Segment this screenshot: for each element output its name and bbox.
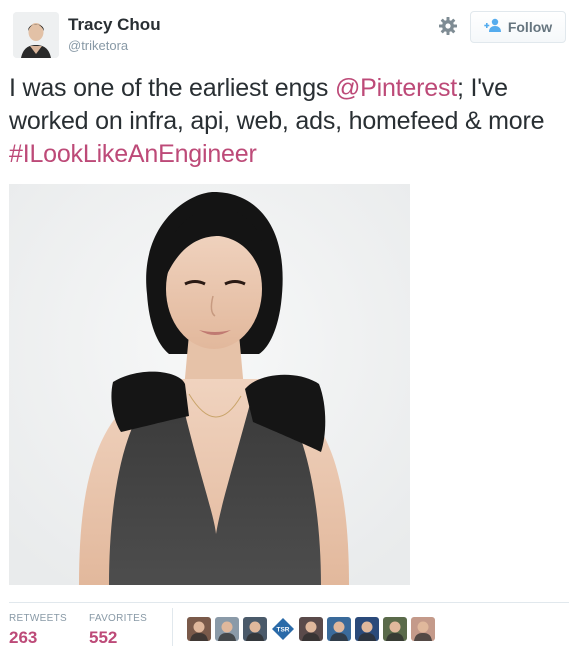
svg-text:TSR: TSR	[277, 627, 290, 634]
tweet-text-part-1: I was one of the earliest engs	[9, 74, 335, 102]
stats-divider	[9, 602, 569, 603]
favoriter-avatar[interactable]	[383, 617, 407, 641]
person-plus-icon	[484, 18, 502, 37]
author-handle[interactable]: @triketora	[68, 38, 128, 53]
favoriter-avatar[interactable]	[215, 617, 239, 641]
tweet-text: I was one of the earliest engs @Pinteres…	[9, 72, 569, 171]
gear-icon[interactable]	[437, 15, 459, 37]
retweets-stat[interactable]: RETWEETS 263	[9, 613, 67, 648]
follow-button-label: Follow	[507, 19, 553, 35]
favoriter-avatar[interactable]	[187, 617, 211, 641]
follow-button[interactable]: Follow	[470, 11, 566, 43]
author-name[interactable]: Tracy Chou	[68, 15, 161, 35]
retweets-count: 263	[9, 628, 38, 647]
favoriter-avatar[interactable]	[355, 617, 379, 641]
hashtag-link[interactable]: #ILookLikeAnEngineer	[9, 140, 257, 168]
author-avatar[interactable]	[13, 12, 59, 58]
retweets-label: RETWEETS	[9, 613, 67, 624]
favoriter-avatar[interactable]: TSR	[271, 617, 295, 641]
favoriter-avatar[interactable]	[243, 617, 267, 641]
favoriter-avatars: TSR	[187, 617, 435, 641]
tweet-photo[interactable]	[9, 184, 410, 585]
favoriter-avatar[interactable]	[299, 617, 323, 641]
favorites-stat[interactable]: FAVORITES 552	[89, 613, 147, 648]
mention-link[interactable]: @Pinterest	[335, 74, 457, 102]
favorites-count: 552	[89, 628, 118, 647]
favoriter-avatar[interactable]	[327, 617, 351, 641]
favorites-label: FAVORITES	[89, 613, 148, 624]
favoriter-avatar[interactable]	[411, 617, 435, 641]
stats-vertical-divider	[172, 608, 173, 646]
